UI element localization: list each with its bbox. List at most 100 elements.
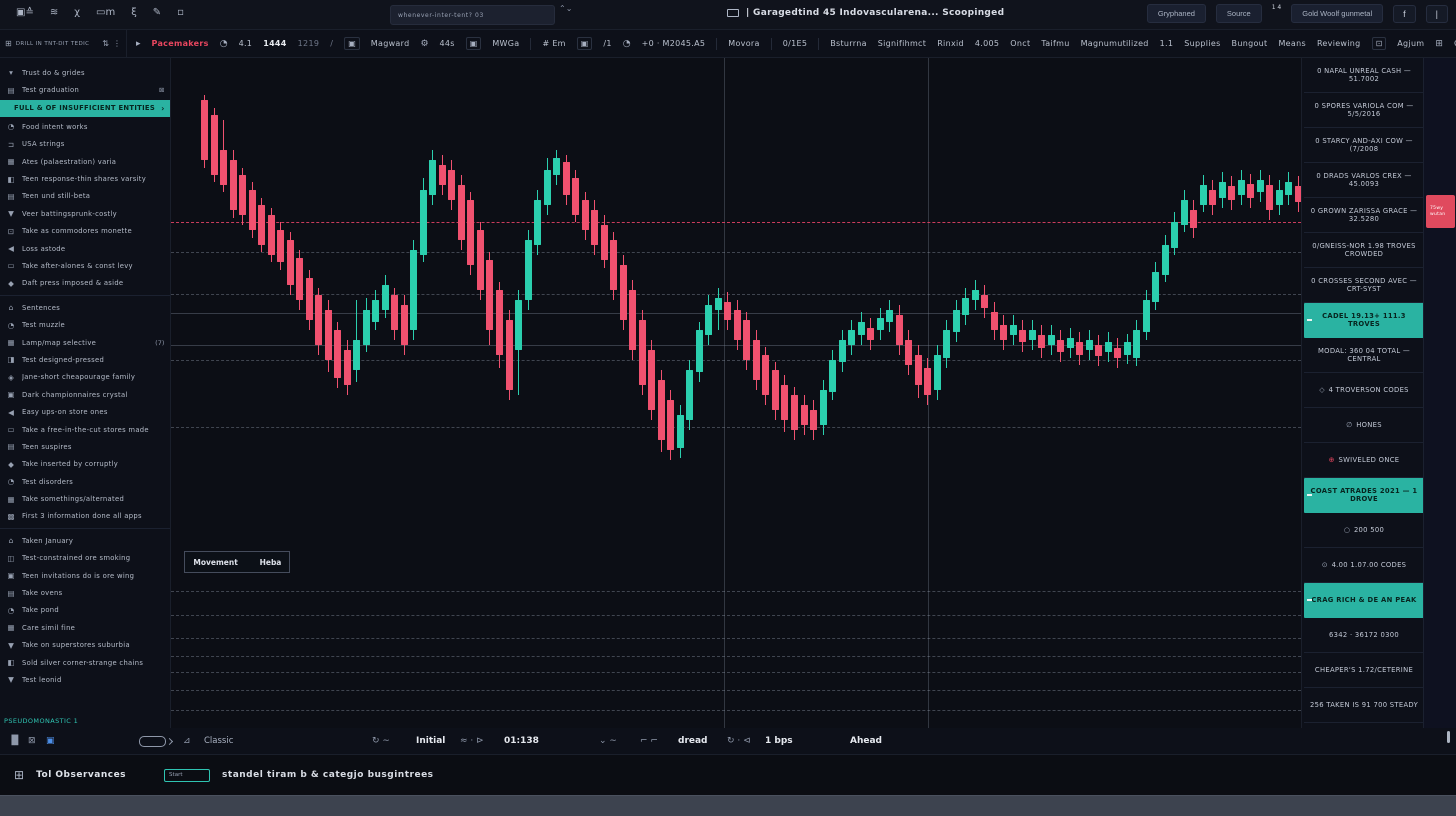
sidebar-item[interactable]: ◔Take pond [0, 602, 170, 619]
chevron-down-icon[interactable]: ⌄ ∼ [599, 736, 617, 746]
range-slider[interactable] [139, 736, 166, 747]
sidebar-item[interactable]: ▦Ates (palaestration) varia [0, 153, 170, 170]
price-tag[interactable]: 75wywutan [1426, 195, 1455, 228]
delta-icon[interactable]: ⊿ [183, 736, 191, 746]
wave-icon[interactable]: ≋ [50, 7, 58, 18]
order-row-highlighted[interactable]: CADEL 19.13+ 111.3 TROVES [1304, 303, 1424, 338]
sidebar-item[interactable]: ⊡Take as commodores monette [0, 223, 170, 240]
panel-icon[interactable]: ▣ [466, 37, 482, 50]
sidebar-item[interactable]: ⊐USA strings [0, 136, 170, 153]
toolbar-item[interactable]: Taifmu [1041, 39, 1069, 48]
tools-icon[interactable]: χ [74, 7, 80, 18]
toolbar-item[interactable]: Agjum [1397, 39, 1424, 48]
pen-icon[interactable]: ✎ [153, 7, 161, 18]
panel-icon[interactable]: ▣ [577, 37, 593, 50]
order-row[interactable]: CHEAPER'S 1.72/CETERINE [1304, 653, 1424, 688]
order-row[interactable]: ∅HONES [1304, 408, 1424, 443]
toolbar-item[interactable]: 4.1 [239, 39, 253, 48]
order-row[interactable]: 0 GROWN ZARISSA GRACE — 32.5280 [1304, 198, 1424, 233]
sidebar-item[interactable]: ▦Take somethings/alternated [0, 490, 170, 507]
sidebar-item[interactable]: ◔Test muzzle [0, 316, 170, 333]
sidebar-item[interactable]: ▼Test leonid [0, 671, 170, 688]
bottom-toolbar-item[interactable]: Classic [204, 736, 233, 746]
order-row[interactable]: 0 CROSSES SECOND AVEC — CRT-SYST [1304, 268, 1424, 303]
toolbar-item[interactable]: 1.1 [1160, 39, 1174, 48]
order-row[interactable]: 256 TAKEN IS 91 700 STEADY [1304, 688, 1424, 723]
topbar-button[interactable]: Gryphaned [1147, 4, 1206, 23]
layout-icon[interactable]: ▣ [46, 736, 55, 746]
sidebar-item[interactable]: ▭Take a free-in-the-cut stores made [0, 421, 170, 438]
sidebar-item[interactable]: ▩First 3 information done all apps [0, 508, 170, 525]
sidebar-item-active[interactable]: FULL & OF INSUFFICIENT ENTITIES› [0, 100, 170, 117]
sidebar-item[interactable]: ◀Easy ups-on store ones [0, 403, 170, 420]
sidebar-item[interactable]: ◧Sold silver corner-strange chains [0, 654, 170, 671]
order-row-highlighted[interactable]: COAST ATRADES 2021 — 1 DROVE [1304, 478, 1424, 513]
scrollbar-thumb[interactable] [1447, 731, 1450, 743]
sidebar-item[interactable]: ▤Test graduation⊠ [0, 81, 170, 98]
toolbar-item[interactable]: Magnumutilized [1081, 39, 1149, 48]
toolbar-item[interactable]: Onct [1010, 39, 1030, 48]
sidebar-item[interactable]: ▼Take on superstores suburbia [0, 637, 170, 654]
sidebar-item[interactable]: ⌂Taken January [0, 532, 170, 549]
sort-icon[interactable]: ⇅ [102, 39, 109, 48]
bottom-toolbar-item[interactable]: 01:138 [504, 736, 539, 746]
order-row[interactable]: 0 SPORES VARIOLA COM — 5/5/2016 [1304, 93, 1424, 128]
sidebar-item[interactable]: ▣Teen invitations do is ore wing [0, 567, 170, 584]
toolbar-item[interactable]: Movora [728, 39, 759, 48]
topbar-button[interactable]: Gold Woolf gunmetal [1291, 4, 1383, 23]
collapse-chevrons[interactable]: ⌃⌄ [559, 4, 572, 14]
grid-icon[interactable]: ⊞ [1435, 39, 1443, 49]
rewind-icon[interactable]: ↻ · ⊲ [727, 736, 751, 746]
order-row[interactable]: ⊕SWIVELED ONCE [1304, 443, 1424, 478]
gear-icon[interactable]: ⚙ [420, 39, 428, 49]
order-row[interactable]: 6342 · 36172 0300 [1304, 618, 1424, 653]
sidebar-item[interactable]: ▼Veer battingsprunk-costly [0, 205, 170, 222]
symbol-label[interactable]: Pacemakers [152, 39, 209, 48]
forward-icon[interactable]: ≈ · ⊳ [460, 736, 484, 746]
price-chart[interactable]: Movement Heba [171, 58, 1301, 728]
search-input[interactable]: whenever-inter-tent? 03 [390, 5, 555, 25]
corner-icon[interactable]: ⌐ ⌐ [640, 736, 658, 746]
sidebar-item[interactable]: ⌂Sentences [0, 299, 170, 316]
order-row-highlighted[interactable]: CRAG RICH & DE AN PEAK [1304, 583, 1424, 618]
grid-icon[interactable]: ⊞ [14, 768, 24, 782]
toolbar-item[interactable]: Means [1278, 39, 1305, 48]
panel-icon[interactable]: ▣ [344, 37, 360, 50]
sidebar-item[interactable]: ◫Test-constrained ore smoking [0, 550, 170, 567]
flag-icon[interactable]: f [1393, 5, 1416, 23]
status-chip[interactable]: Start [164, 769, 210, 782]
toolbar-item[interactable]: Bungout [1232, 39, 1268, 48]
sidebar-item[interactable]: ◈Jane-short cheapourage family [0, 369, 170, 386]
bottom-toolbar-item[interactable]: Ahead [850, 736, 882, 746]
sidebar-item[interactable]: ◧Teen response-thin shares varsity [0, 170, 170, 187]
toolbar-item[interactable]: 1444 [263, 39, 286, 48]
toolbar-item[interactable]: 1219 [298, 39, 320, 48]
panes-icon[interactable]: ▐▌ [8, 736, 22, 746]
card-icon[interactable]: ▭m [96, 7, 115, 18]
order-row[interactable]: MODAL: 360 04 TOTAL — CENTRAL [1304, 338, 1424, 373]
lock-icon[interactable]: ▣≙ [16, 7, 34, 18]
toolbar-item[interactable]: Signifihmct [878, 39, 926, 48]
clock-icon[interactable]: ◔ [623, 39, 631, 49]
sidebar-item[interactable]: ▤Teen suspires [0, 438, 170, 455]
more-icon[interactable]: ⋮ [113, 39, 121, 48]
refresh-icon[interactable]: ↻ ∼ [372, 736, 390, 746]
order-row[interactable]: 0 STARCY AND-AXI COW — (7/2008 [1304, 128, 1424, 163]
sidebar-item[interactable]: ▾Trust do & grides [0, 64, 170, 81]
bottom-toolbar-item[interactable]: 1 bps [765, 736, 793, 746]
sidebar-item[interactable]: ▣Dark championnaires crystal [0, 386, 170, 403]
sidebar-header[interactable]: ⊞ DRILL IN TNT-DIT TEDIC ⇅ ⋮ [0, 30, 127, 57]
toolbar-item[interactable]: Rinxid [937, 39, 964, 48]
divider-icon[interactable]: | [1426, 5, 1448, 23]
sidebar-item[interactable]: ▦Care simil fine [0, 619, 170, 636]
play-icon[interactable]: ▸ [136, 39, 141, 49]
order-row[interactable]: ○200 500 [1304, 513, 1424, 548]
bottom-toolbar-item[interactable]: Initial [416, 736, 445, 746]
clock-icon[interactable]: ◔ [220, 39, 228, 49]
order-row[interactable]: 0/GNEISS-NOR 1.98 TROVES CROWDED [1304, 233, 1424, 268]
sidebar-item[interactable]: ▦Lamp/map selective(7) [0, 334, 170, 351]
sidebar-item[interactable]: ▤Teen und still-beta [0, 188, 170, 205]
order-row[interactable]: 0 NAFAL UNREAL CASH — 51.7002 [1304, 58, 1424, 93]
topbar-button[interactable]: Source [1216, 4, 1262, 23]
sidebar-item[interactable]: ▭Take after-alones & const levy [0, 257, 170, 274]
